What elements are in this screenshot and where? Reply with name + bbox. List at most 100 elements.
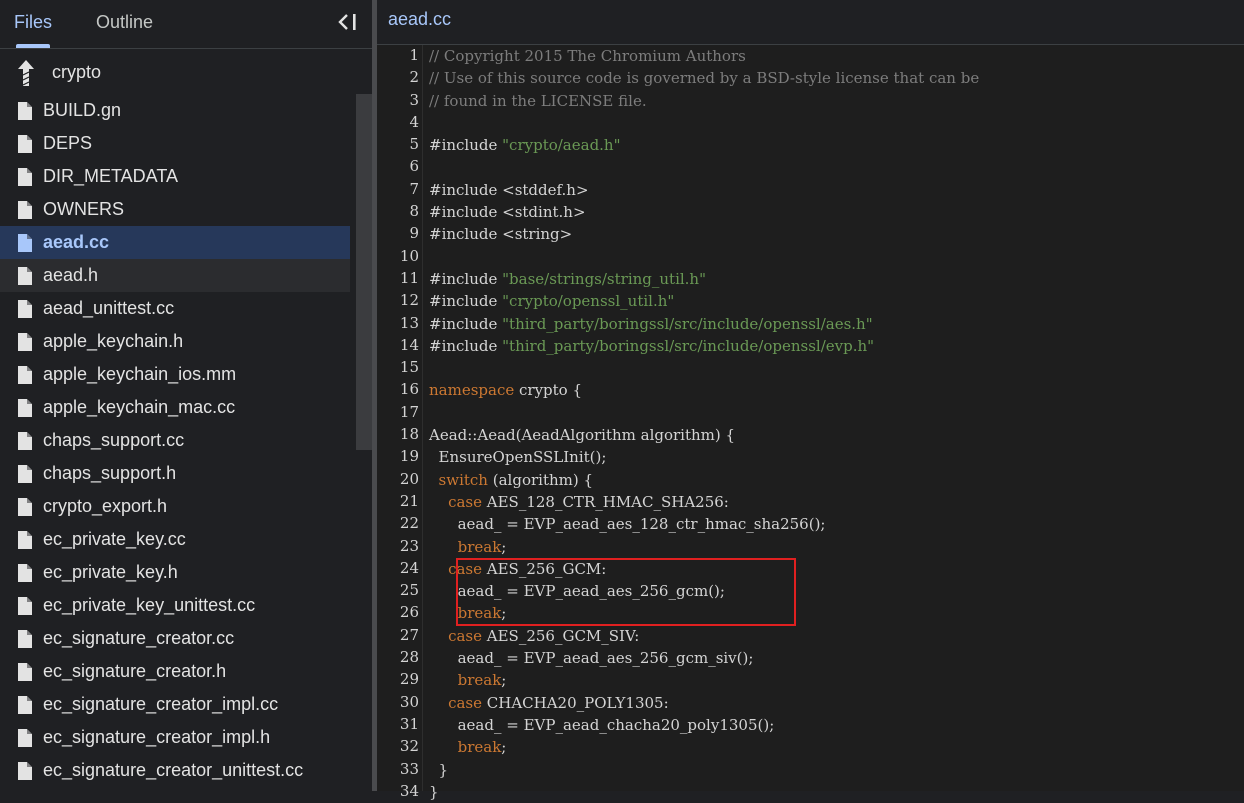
file-item[interactable]: OWNERS xyxy=(0,193,350,226)
code-text: case AES_128_CTR_HMAC_SHA256: xyxy=(429,493,729,511)
code-token: // Use of this source code is governed b… xyxy=(429,69,980,88)
code-text: switch (algorithm) { xyxy=(429,471,593,489)
code-line: 12 #include "crypto/openssl_util.h" xyxy=(377,290,1244,312)
file-icon xyxy=(16,398,34,418)
file-item[interactable]: chaps_support.h xyxy=(0,457,350,490)
line-number: 15 xyxy=(399,358,419,377)
code-token: CHACHA20_POLY1305: xyxy=(482,693,669,712)
sidebar-scrollbar[interactable] xyxy=(356,94,372,450)
file-item[interactable]: ec_signature_creator.h xyxy=(0,655,350,688)
code-text: // Copyright 2015 The Chromium Authors xyxy=(429,47,746,65)
code-token: switch xyxy=(438,470,488,489)
file-item[interactable]: crypto_export.h xyxy=(0,490,350,523)
code-token: "crypto/aead.h" xyxy=(502,136,621,155)
code-line: 21 case AES_128_CTR_HMAC_SHA256: xyxy=(377,491,1244,513)
file-name: ec_signature_creator.h xyxy=(43,661,227,681)
file-name: aead_unittest.cc xyxy=(43,298,175,318)
code-line: 28 aead_ = EVP_aead_aes_256_gcm_siv(); xyxy=(377,647,1244,669)
code-line: 2 // Use of this source code is governed … xyxy=(377,67,1244,89)
code-line: 23 break; xyxy=(377,536,1244,558)
file-item[interactable]: apple_keychain_ios.mm xyxy=(0,358,350,391)
file-item[interactable]: ec_private_key.h xyxy=(0,556,350,589)
code-line: 10 xyxy=(377,246,1244,268)
tab-files-indicator xyxy=(16,44,50,48)
code-line: 16 namespace crypto { xyxy=(377,379,1244,401)
file-item[interactable]: ec_signature_creator.cc xyxy=(0,622,350,655)
code-line: 8 #include <stdint.h> xyxy=(377,201,1244,223)
code-token: } xyxy=(429,782,439,801)
file-name: apple_keychain.h xyxy=(43,331,184,351)
line-number: 20 xyxy=(399,469,419,488)
code-token: aead_ = EVP_aead_aes_256_gcm_siv(); xyxy=(429,649,754,668)
file-item[interactable]: aead.cc xyxy=(0,226,350,259)
code-token: // found in the LICENSE file. xyxy=(429,91,647,110)
highlight-annotation-box xyxy=(456,558,796,626)
file-name: DEPS xyxy=(43,133,93,153)
code-text: #include "crypto/openssl_util.h" xyxy=(429,292,674,310)
line-number: 25 xyxy=(399,581,419,600)
editor-file-title: aead.cc xyxy=(388,9,452,29)
file-item[interactable]: chaps_support.cc xyxy=(0,424,350,457)
code-token: break xyxy=(457,671,502,690)
code-token: // Copyright 2015 The Chromium Authors xyxy=(429,47,746,65)
line-number: 18 xyxy=(399,425,419,444)
file-name: apple_keychain_ios.mm xyxy=(43,364,237,384)
code-token: case xyxy=(448,492,482,511)
file-item[interactable]: ec_signature_creator_unittest.cc xyxy=(0,754,350,787)
line-number: 13 xyxy=(399,313,419,332)
file-item[interactable]: ec_signature_creator_impl.cc xyxy=(0,688,350,721)
code-line: 11 #include "base/strings/string_util.h" xyxy=(377,268,1244,290)
file-item[interactable]: apple_keychain.h xyxy=(0,325,350,358)
file-name: chaps_support.cc xyxy=(43,430,185,450)
file-item[interactable]: DEPS xyxy=(0,127,350,160)
file-item[interactable]: DIR_METADATA xyxy=(0,160,350,193)
editor-header: aead.cc xyxy=(377,0,1244,45)
file-icon xyxy=(16,101,34,121)
line-number: 17 xyxy=(399,402,419,421)
code-token: ; xyxy=(501,537,507,556)
file-name: BUILD.gn xyxy=(43,100,122,120)
code-text: #include <stdint.h> xyxy=(429,203,586,221)
code-line: 27 case AES_256_GCM_SIV: xyxy=(377,625,1244,647)
collapse-panel-icon[interactable] xyxy=(336,10,360,34)
code-token: AES_128_CTR_HMAC_SHA256: xyxy=(482,492,729,511)
file-item[interactable]: aead_unittest.cc xyxy=(0,292,350,325)
code-token: "third_party/boringssl/src/include/opens… xyxy=(502,314,873,333)
code-token: "third_party/boringssl/src/include/opens… xyxy=(502,336,875,355)
file-name: apple_keychain_mac.cc xyxy=(43,397,236,417)
code-text: EnsureOpenSSLInit(); xyxy=(429,448,607,466)
code-token: #include xyxy=(429,292,503,311)
code-line: 15 xyxy=(377,357,1244,379)
code-text: #include "third_party/boringssl/src/incl… xyxy=(429,315,873,333)
tab-outline[interactable]: Outline xyxy=(96,12,153,33)
file-icon xyxy=(16,332,34,352)
file-item[interactable]: ec_private_key_unittest.cc xyxy=(0,589,350,622)
line-number: 6 xyxy=(409,157,419,176)
line-number: 12 xyxy=(399,291,419,310)
code-token: #include xyxy=(429,314,503,333)
code-text: #include <string> xyxy=(429,225,572,243)
code-line: 29 break; xyxy=(377,669,1244,691)
code-text: break; xyxy=(429,537,507,556)
file-item[interactable]: BUILD.gn xyxy=(0,94,350,127)
file-icon xyxy=(16,563,34,583)
file-item[interactable]: aead.h xyxy=(0,259,350,292)
code-text: aead_ = EVP_aead_aes_256_gcm_siv(); xyxy=(429,649,754,668)
file-item[interactable]: apple_keychain_mac.cc xyxy=(0,391,350,424)
sidebar-tabs: Files Outline xyxy=(0,0,372,49)
up-arrow-icon xyxy=(18,60,34,86)
parent-directory[interactable]: crypto xyxy=(0,54,372,90)
tab-files[interactable]: Files xyxy=(14,12,52,33)
file-item[interactable]: ec_private_key.cc xyxy=(0,523,350,556)
line-number: 32 xyxy=(399,737,419,756)
code-line: 17 xyxy=(377,402,1244,424)
file-icon xyxy=(16,728,34,748)
code-text: // Use of this source code is governed b… xyxy=(429,69,979,87)
line-number: 21 xyxy=(399,491,419,510)
code-token: case xyxy=(448,693,482,712)
file-item[interactable]: ec_signature_creator_impl.h xyxy=(0,721,350,754)
